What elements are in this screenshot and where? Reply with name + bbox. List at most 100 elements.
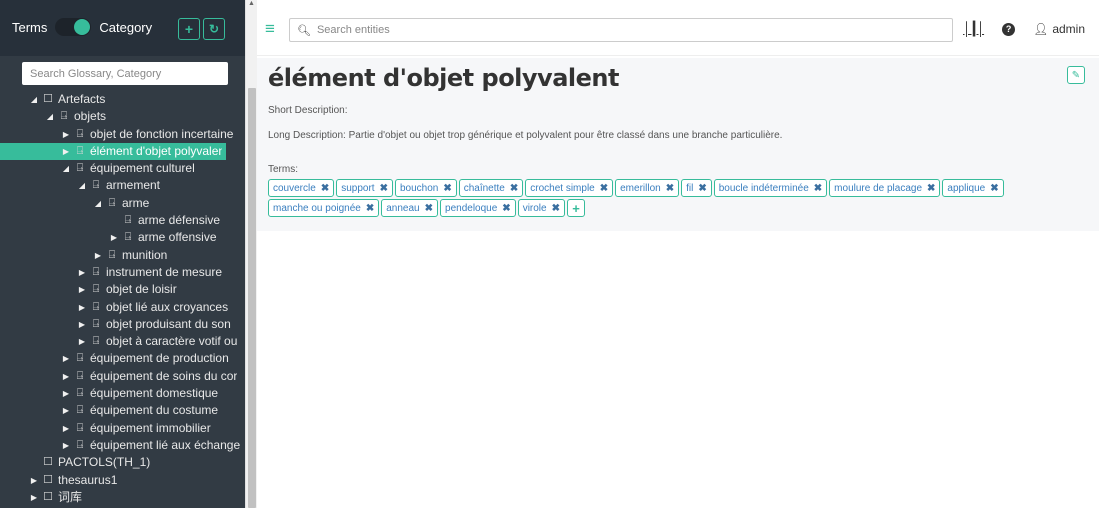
hamburger-icon[interactable]: ≡ xyxy=(265,20,275,37)
term-chip-label: applique xyxy=(947,182,986,194)
remove-term-icon[interactable]: ✖ xyxy=(600,183,608,194)
tree-item[interactable]: ◢ ⍈ objets xyxy=(0,108,245,125)
tree-item[interactable]: ▶ ⍈ équipement du costume xyxy=(0,402,245,419)
tag-icon: ⍈ xyxy=(76,421,84,434)
tree-item[interactable]: ◢ ⍈ armement xyxy=(0,177,245,194)
term-chip[interactable]: manche ou poignée ✖ xyxy=(268,199,380,217)
term-chip[interactable]: anneau ✖ xyxy=(381,199,439,217)
question-circle-icon[interactable]: ? xyxy=(1002,22,1016,36)
term-chip[interactable]: emerillon ✖ xyxy=(615,179,680,197)
terms-category-switch[interactable] xyxy=(55,18,92,36)
bar-chart-icon[interactable]: │┃│ xyxy=(963,21,985,37)
caret-down-icon[interactable]: ◢ xyxy=(44,108,56,125)
term-chip[interactable]: support ✖ xyxy=(336,179,393,197)
caret-right-icon[interactable]: ▶ xyxy=(76,333,88,350)
long-description-text: Partie d'objet ou objet trop générique e… xyxy=(348,130,783,141)
caret-right-icon[interactable]: ▶ xyxy=(60,437,72,454)
tree-item[interactable]: ▶ ⍈ équipement lié aux échange xyxy=(0,437,245,454)
caret-right-icon[interactable]: ▶ xyxy=(76,281,88,298)
remove-term-icon[interactable]: ✖ xyxy=(321,183,329,194)
term-chip[interactable]: bouchon ✖ xyxy=(394,179,457,197)
caret-right-icon[interactable]: ▶ xyxy=(92,247,104,264)
remove-term-icon[interactable]: ✖ xyxy=(443,183,451,194)
caret-right-icon[interactable]: ▶ xyxy=(76,299,88,316)
term-chip[interactable]: fil ✖ xyxy=(681,179,712,197)
remove-term-icon[interactable]: ✖ xyxy=(552,203,560,214)
term-chip[interactable]: pendeloque ✖ xyxy=(440,199,516,217)
term-chip[interactable]: virole ✖ xyxy=(517,199,565,217)
caret-right-icon[interactable]: ▶ xyxy=(28,472,40,489)
tree-item[interactable]: ◢ ⍈ équipement culturel xyxy=(0,160,245,177)
remove-term-icon[interactable]: ✖ xyxy=(502,203,510,214)
remove-term-icon[interactable]: ✖ xyxy=(425,203,433,214)
sidebar-header: Terms Category + ↻ xyxy=(0,0,245,56)
term-chip[interactable]: crochet simple ✖ xyxy=(525,179,614,197)
tree-item[interactable]: ▶ ⍈ objet de fonction incertaine xyxy=(0,126,245,143)
caret-right-icon[interactable]: ▶ xyxy=(76,264,88,281)
caret-right-icon[interactable]: ▶ xyxy=(60,420,72,437)
caret-right-icon[interactable]: ▶ xyxy=(60,385,72,402)
tag-icon: ⍈ xyxy=(92,335,100,348)
caret-right-icon[interactable]: ▶ xyxy=(76,316,88,333)
sidebar: Terms Category + ↻ ◢☐Artefacts◢⍈objets▶⍈… xyxy=(0,0,245,508)
tree-item[interactable]: ▶ ⍈ objet à caractère votif ou xyxy=(0,333,245,350)
glossary-search-input[interactable] xyxy=(22,62,228,85)
caret-right-icon[interactable]: ▶ xyxy=(60,350,72,367)
tree-item[interactable]: ▶ ☐ 词库 xyxy=(0,489,245,506)
remove-term-icon[interactable]: ✖ xyxy=(814,183,822,194)
user-menu[interactable]: 👤︎ admin xyxy=(1033,22,1085,36)
tree-item[interactable]: ▶ ⍈ équipement immobilier xyxy=(0,420,245,437)
term-chip[interactable]: boucle indéterminée ✖ xyxy=(713,179,828,197)
tree-item[interactable]: ▶ ⍈ arme offensive xyxy=(0,229,245,246)
remove-term-icon[interactable]: ✖ xyxy=(366,203,374,214)
edit-button[interactable]: ✎ xyxy=(1067,66,1085,84)
tree-item[interactable]: ▶ ⍈ élément d'objet polyvalent xyxy=(0,142,226,161)
refresh-button[interactable]: ↻ xyxy=(203,18,225,40)
caret-down-icon[interactable]: ◢ xyxy=(92,195,104,212)
caret-down-icon[interactable]: ◢ xyxy=(76,177,88,194)
term-chip[interactable]: moulure de placage ✖ xyxy=(829,179,941,197)
tree-item-label: arme offensive xyxy=(138,230,217,245)
tree-item[interactable]: ▶ ⍈ équipement de soins du cor xyxy=(0,368,245,385)
tree-item[interactable]: ▶ ⍈ instrument de mesure xyxy=(0,264,245,281)
caret-right-icon[interactable]: ▶ xyxy=(60,368,72,385)
tree-item[interactable]: ◢ ⍈ arme xyxy=(0,195,245,212)
remove-term-icon[interactable]: ✖ xyxy=(990,183,998,194)
tree-item[interactable]: ◢ ☐ Artefacts xyxy=(0,91,245,108)
caret-right-icon[interactable]: ▶ xyxy=(60,402,72,419)
caret-right-icon[interactable]: ▶ xyxy=(60,126,72,143)
remove-term-icon[interactable]: ✖ xyxy=(510,183,518,194)
caret-right-icon[interactable]: ▶ xyxy=(60,143,72,160)
term-chip-label: bouchon xyxy=(399,182,439,194)
entity-search-input[interactable] xyxy=(316,24,917,36)
tree-item[interactable]: ▶ ☐ thesaurus1 xyxy=(0,472,245,489)
scroll-up-arrow-icon[interactable]: ▲ xyxy=(248,0,255,7)
remove-term-icon[interactable]: ✖ xyxy=(927,183,935,194)
tree-item[interactable]: ▶ ⍈ objet de loisir xyxy=(0,281,245,298)
tree-item[interactable]: ▶ ⍈ équipement domestique xyxy=(0,385,245,402)
plus-icon: + xyxy=(572,200,580,216)
add-term-button[interactable]: + xyxy=(566,199,585,217)
caret-down-icon[interactable]: ◢ xyxy=(60,160,72,177)
term-chip-label: anneau xyxy=(386,202,420,214)
tree-item[interactable]: ▶ ⍈ objet lié aux croyances xyxy=(0,299,245,316)
caret-right-icon[interactable]: ▶ xyxy=(28,489,40,506)
tree-item[interactable]: ▶ ⍈ objet produisant du son xyxy=(0,316,245,333)
sidebar-scrollbar[interactable]: ▲ xyxy=(245,0,257,508)
term-chip[interactable]: chaînette ✖ xyxy=(458,179,524,197)
caret-right-icon[interactable]: ▶ xyxy=(108,229,120,246)
toggle-label-category: Category xyxy=(99,19,153,35)
remove-term-icon[interactable]: ✖ xyxy=(666,183,674,194)
term-chip[interactable]: applique ✖ xyxy=(942,179,1004,197)
tree-item[interactable]: ▶ ⍈ munition xyxy=(0,247,245,264)
tree-item[interactable]: ▶ ⍈ équipement de production xyxy=(0,350,245,367)
tree-item[interactable]: ⍈ arme défensive xyxy=(0,212,245,229)
tree-item[interactable]: ☐ PACTOLS(TH_1) xyxy=(0,454,245,471)
tree-item-label: arme défensive xyxy=(138,213,221,228)
caret-down-icon[interactable]: ◢ xyxy=(28,91,40,108)
scrollbar-thumb[interactable] xyxy=(248,88,256,508)
remove-term-icon[interactable]: ✖ xyxy=(380,183,388,194)
add-button[interactable]: + xyxy=(178,18,200,40)
term-chip[interactable]: couvercle ✖ xyxy=(268,179,335,197)
remove-term-icon[interactable]: ✖ xyxy=(698,183,706,194)
